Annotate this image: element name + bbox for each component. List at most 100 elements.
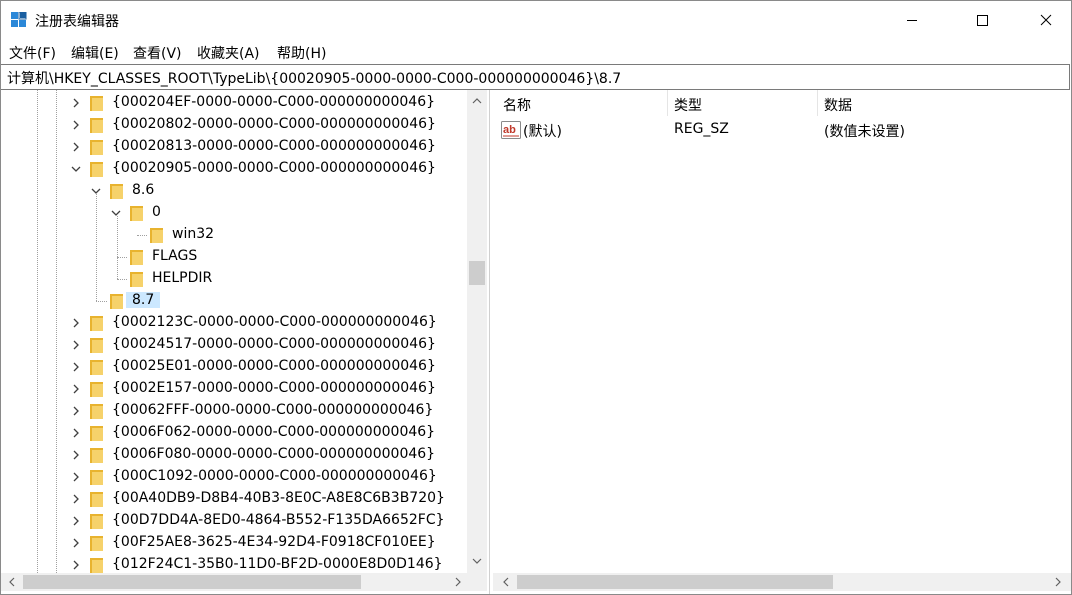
tree-node[interactable]: {00D7DD4A-8ED0-4864-B552-F135DA6652FC}	[1, 510, 467, 532]
tree-node-label: win32	[172, 226, 215, 242]
tree-node-label: {00D7DD4A-8ED0-4864-B552-F135DA6652FC}	[112, 512, 445, 528]
tree-node[interactable]: {00020802-0000-0000-C000-000000000046}	[1, 114, 467, 136]
tree-node[interactable]: FLAGS	[1, 246, 467, 268]
scroll-right-icon[interactable]	[453, 577, 463, 587]
menu-view[interactable]: 查看(V)	[133, 43, 182, 63]
collapsed-chevron-icon[interactable]	[71, 494, 81, 504]
column-header-name[interactable]: 名称	[493, 90, 667, 116]
column-header-type[interactable]: 类型	[664, 90, 814, 116]
tree-node[interactable]: 8.6	[1, 180, 467, 202]
tree-guide-line	[56, 90, 57, 573]
tree-node[interactable]: {000C1092-0000-0000-C000-000000000046}	[1, 466, 467, 488]
collapsed-chevron-icon[interactable]	[71, 472, 81, 482]
menu-edit[interactable]: 编辑(E)	[71, 43, 119, 63]
collapsed-chevron-icon[interactable]	[71, 516, 81, 526]
tree-node[interactable]: 8.7	[1, 290, 467, 312]
column-header-name-label: 名称	[503, 98, 531, 114]
collapsed-chevron-icon[interactable]	[71, 538, 81, 548]
folder-icon	[110, 294, 123, 309]
scroll-left-icon[interactable]	[7, 577, 17, 587]
menu-help[interactable]: 帮助(H)	[277, 43, 326, 63]
tree-vertical-scroll-thumb[interactable]	[469, 261, 485, 285]
folder-icon	[90, 360, 103, 375]
tree-node-label: FLAGS	[152, 248, 198, 264]
address-bar[interactable]: 计算机\HKEY_CLASSES_ROOT\TypeLib\{00020905-…	[1, 64, 1070, 90]
tree-node-label: {00A40DB9-D8B4-40B3-8E0C-A8E8C6B3B720}	[112, 490, 445, 506]
tree-node[interactable]: {000204EF-0000-0000-C000-000000000046}	[1, 92, 467, 114]
tree-node[interactable]: {00025E01-0000-0000-C000-000000000046}	[1, 356, 467, 378]
folder-icon	[90, 536, 103, 551]
tree-node[interactable]: {0002123C-0000-0000-C000-000000000046}	[1, 312, 467, 334]
collapsed-chevron-icon[interactable]	[71, 142, 81, 152]
tree-node[interactable]: {0006F062-0000-0000-C000-000000000046}	[1, 422, 467, 444]
collapsed-chevron-icon[interactable]	[71, 428, 81, 438]
folder-icon	[90, 96, 103, 111]
collapsed-chevron-icon[interactable]	[71, 560, 81, 570]
tree-node[interactable]: 0	[1, 202, 467, 224]
tree-node[interactable]: {00020905-0000-0000-C000-000000000046}	[1, 158, 467, 180]
tree-node-label: {0002E157-0000-0000-C000-000000000046}	[112, 380, 436, 396]
minimize-button[interactable]	[889, 1, 935, 39]
tree-node-label: {00025E01-0000-0000-C000-000000000046}	[112, 358, 436, 374]
tree-node-label: {012F24C1-35B0-11D0-BF2D-0000E8D0D146}	[112, 556, 443, 572]
collapsed-chevron-icon[interactable]	[71, 120, 81, 130]
tree-node-label: {00020905-0000-0000-C000-000000000046}	[112, 160, 436, 176]
tree-node[interactable]: {00F25AE8-3625-4E34-92D4-F0918CF010EE}	[1, 532, 467, 554]
close-button[interactable]	[1023, 1, 1069, 39]
tree-horizontal-scroll-thumb[interactable]	[23, 575, 361, 589]
folder-icon	[90, 162, 103, 177]
column-header-data[interactable]: 数据	[814, 90, 1014, 116]
tree-guide-line	[37, 90, 38, 573]
minimize-icon	[907, 20, 917, 21]
collapsed-chevron-icon[interactable]	[71, 362, 81, 372]
tree-guide-line	[117, 257, 127, 258]
folder-icon	[110, 184, 123, 199]
tree-node[interactable]: {0002E157-0000-0000-C000-000000000046}	[1, 378, 467, 400]
value-row[interactable]: ab (默认) REG_SZ (数值未设置)	[493, 118, 1071, 142]
tree-node-label: {000204EF-0000-0000-C000-000000000046}	[112, 94, 436, 110]
folder-icon	[90, 558, 103, 573]
svg-text:ab: ab	[503, 124, 516, 136]
tree-guide-line	[96, 194, 97, 301]
tree-node[interactable]: {00020813-0000-0000-C000-000000000046}	[1, 136, 467, 158]
list-horizontal-scrollbar[interactable]	[493, 573, 1071, 591]
tree-vertical-scrollbar[interactable]	[467, 90, 487, 573]
tree-node[interactable]: win32	[1, 224, 467, 246]
tree-node[interactable]: {00062FFF-0000-0000-C000-000000000046}	[1, 400, 467, 422]
column-header-type-label: 类型	[674, 98, 702, 114]
folder-icon	[90, 316, 103, 331]
scroll-left-icon[interactable]	[501, 577, 511, 587]
tree-node-label: 8.7	[126, 292, 161, 308]
folder-icon	[90, 382, 103, 397]
tree-node[interactable]: {00A40DB9-D8B4-40B3-8E0C-A8E8C6B3B720}	[1, 488, 467, 510]
close-icon	[1040, 14, 1052, 26]
collapsed-chevron-icon[interactable]	[71, 384, 81, 394]
tree-node[interactable]: HELPDIR	[1, 268, 467, 290]
menu-file[interactable]: 文件(F)	[9, 43, 56, 63]
tree-node[interactable]: {00024517-0000-0000-C000-000000000046}	[1, 334, 467, 356]
tree-guide-line	[137, 235, 147, 236]
collapsed-chevron-icon[interactable]	[71, 406, 81, 416]
folder-icon	[90, 470, 103, 485]
tree-guide-line	[96, 301, 107, 302]
tree-node-label: HELPDIR	[152, 270, 213, 286]
collapsed-chevron-icon[interactable]	[71, 318, 81, 328]
scroll-down-icon[interactable]	[472, 556, 482, 566]
collapsed-chevron-icon[interactable]	[71, 98, 81, 108]
values-list-pane: 名称 类型 数据 ab (默认) REG_SZ (数值未设置)	[493, 90, 1071, 594]
scroll-up-icon[interactable]	[472, 96, 482, 106]
menu-favorites[interactable]: 收藏夹(A)	[197, 43, 260, 63]
maximize-button[interactable]	[959, 1, 1005, 39]
list-horizontal-scroll-thumb[interactable]	[517, 575, 833, 589]
tree-node-label: {00020813-0000-0000-C000-000000000046}	[112, 138, 436, 154]
collapsed-chevron-icon[interactable]	[71, 340, 81, 350]
registry-editor-window: 注册表编辑器 文件(F) 编辑(E) 查看(V) 收藏夹(A) 帮助(H) 计算…	[0, 0, 1072, 595]
tree-horizontal-scrollbar[interactable]	[1, 573, 487, 591]
expanded-chevron-icon[interactable]	[111, 208, 121, 218]
collapsed-chevron-icon[interactable]	[71, 450, 81, 460]
folder-icon	[130, 206, 143, 221]
folder-icon	[90, 492, 103, 507]
tree-node[interactable]: {0006F080-0000-0000-C000-000000000046}	[1, 444, 467, 466]
scroll-right-icon[interactable]	[1053, 577, 1063, 587]
expanded-chevron-icon[interactable]	[71, 164, 81, 174]
